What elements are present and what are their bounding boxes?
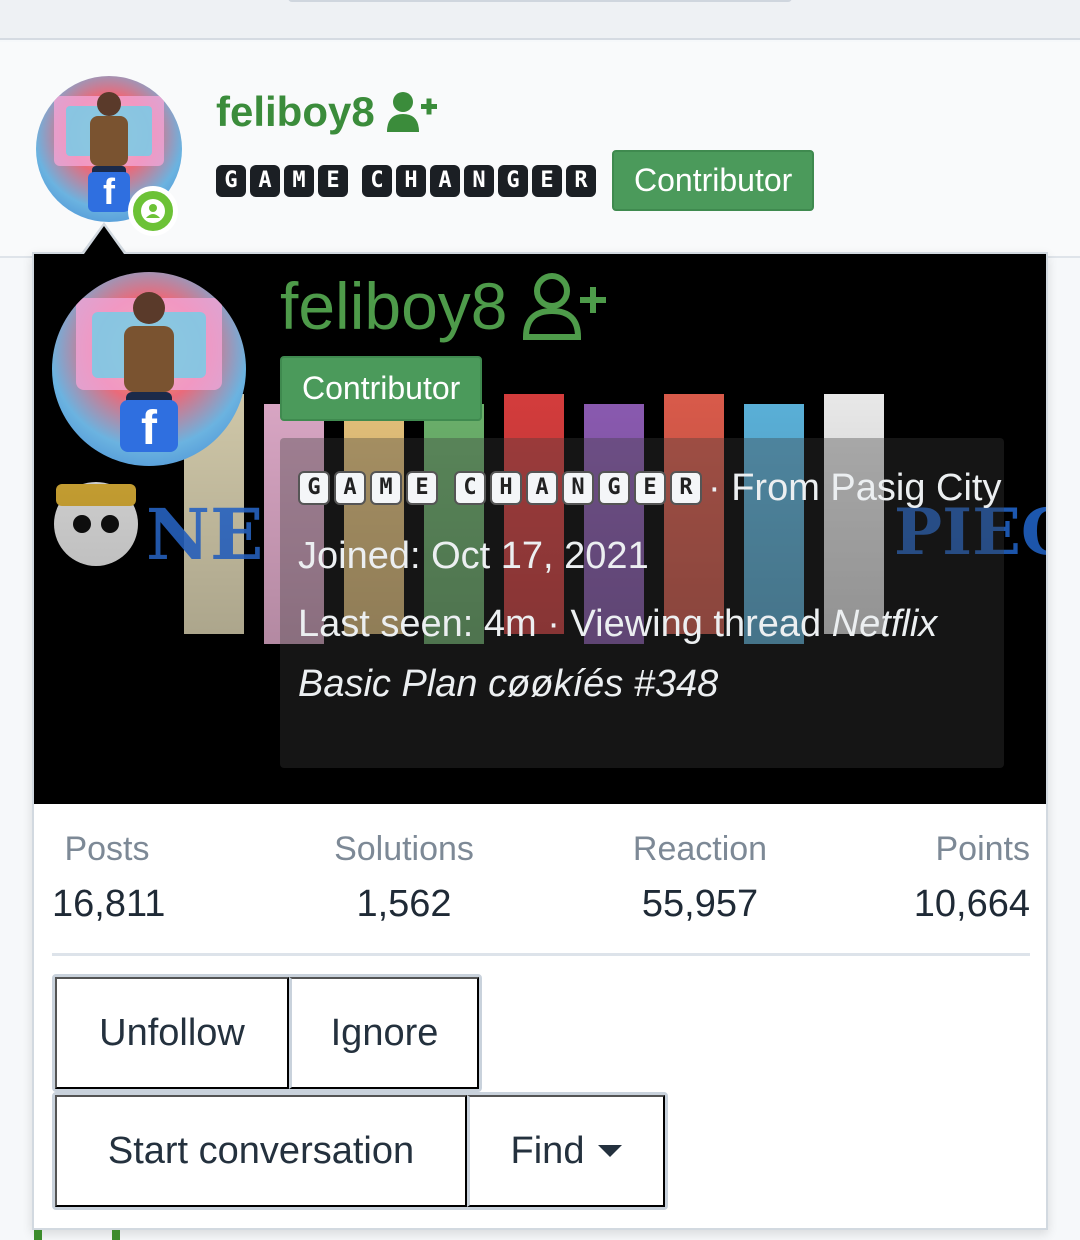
banner-letter: C [362, 164, 392, 197]
svg-text:f: f [103, 171, 116, 212]
profile-cover: NE PIECE f feliboy8 [34, 254, 1046, 804]
banner-letter: C [454, 471, 486, 505]
banner-letter: N [562, 471, 594, 505]
stat-value: 1,562 [356, 883, 452, 925]
find-label: Find [510, 1129, 585, 1172]
follow-user-icon[interactable] [385, 90, 439, 134]
ignore-button[interactable]: Ignore [289, 977, 479, 1089]
banner-letter: E [532, 164, 562, 197]
card-contributor-badge: Contributor [280, 356, 483, 421]
conversation-find-group: Start conversation Find [52, 1092, 668, 1210]
find-dropdown-button[interactable]: Find [467, 1095, 665, 1207]
activity-prefix: · Viewing thread [547, 603, 822, 645]
banner-letter: G [298, 471, 330, 505]
stat-label: Posts [64, 830, 150, 868]
stat-value: 55,957 [641, 883, 759, 925]
last-seen-label: Last seen: [298, 603, 474, 645]
banner-letter: M [284, 164, 314, 197]
banner-word-changer: C H A N G E R [362, 164, 596, 197]
banner-letter: A [250, 164, 280, 197]
contributor-badge: Contributor [612, 150, 815, 211]
banner-location-line: G A M E C H A N G E R · From Pasig City [298, 458, 1018, 518]
banner-letter: E [318, 164, 348, 197]
stat-label: Solutions [334, 830, 474, 868]
joined-label: Joined: [298, 535, 421, 577]
joined-line: Joined: Oct 17, 2021 [298, 526, 1018, 586]
banner-letter: E [406, 471, 438, 505]
card-username[interactable]: feliboy8 [280, 268, 608, 344]
stat-value: 10,664 [913, 883, 1030, 925]
banner-letter: A [526, 471, 558, 505]
card-banner-word-changer: C H A N G E R [454, 471, 702, 505]
joined-date: Oct 17, 2021 [431, 535, 649, 577]
member-tooltip-card: NE PIECE f feliboy8 [32, 252, 1048, 1230]
banner-letter: G [598, 471, 630, 505]
game-changer-banner: G A M E C H A N G E R [216, 164, 596, 197]
follow-ignore-group: Unfollow Ignore [52, 974, 482, 1092]
banner-word-game: G A M E [216, 164, 348, 197]
background-edge-mark [112, 1230, 120, 1240]
last-seen-line: Last seen: 4m · Viewing thread Netflix B… [298, 594, 1018, 714]
stat-posts[interactable]: Posts 16,811 [52, 830, 166, 926]
banner-letter: H [490, 471, 522, 505]
top-search-bar[interactable] [288, 0, 792, 2]
location-text: · From Pasig City [708, 467, 1002, 509]
banner-letter: G [498, 164, 528, 197]
last-seen-value: 4m [483, 603, 537, 645]
top-strip [0, 0, 1080, 40]
username-text[interactable]: feliboy8 [216, 88, 375, 136]
card-game-changer-banner: G A M E C H A N G E R [298, 471, 702, 505]
follow-user-outline-icon[interactable] [522, 271, 608, 341]
online-status-icon [128, 186, 178, 236]
card-banner-word-game: G A M E [298, 471, 438, 505]
member-info: G A M E C H A N G E R · From Pasig City … [298, 458, 1018, 714]
member-stats: Posts 16,811 Solutions 1,562 Reaction 55… [52, 830, 1030, 956]
banner-letter: R [670, 471, 702, 505]
banner-letter: A [334, 471, 366, 505]
stat-points[interactable]: Points 10,664 [900, 830, 1030, 926]
user-banner-row: G A M E C H A N G E R Contributor [216, 150, 815, 211]
card-username-text[interactable]: feliboy8 [280, 268, 508, 344]
caret-down-icon [598, 1145, 623, 1157]
banner-letter: R [566, 164, 596, 197]
banner-letter: H [396, 164, 426, 197]
banner-letter: M [370, 471, 402, 505]
stat-reaction[interactable]: Reaction 55,957 [620, 830, 780, 926]
tooltip-arrow-fill [84, 226, 124, 254]
banner-letter: N [464, 164, 494, 197]
background-edge-mark [34, 1230, 42, 1240]
unfollow-button[interactable]: Unfollow [55, 977, 289, 1089]
stat-solutions[interactable]: Solutions 1,562 [324, 830, 484, 926]
stat-value: 16,811 [52, 883, 166, 925]
start-conversation-button[interactable]: Start conversation [55, 1095, 467, 1207]
stat-label: Reaction [632, 830, 768, 868]
banner-letter: G [216, 164, 246, 197]
stat-label: Points [935, 830, 1031, 868]
username-link[interactable]: feliboy8 [216, 88, 439, 136]
user-avatar-large[interactable]: f [52, 272, 246, 466]
banner-letter: A [430, 164, 460, 197]
banner-letter: E [634, 471, 666, 505]
svg-text:f: f [141, 402, 158, 455]
